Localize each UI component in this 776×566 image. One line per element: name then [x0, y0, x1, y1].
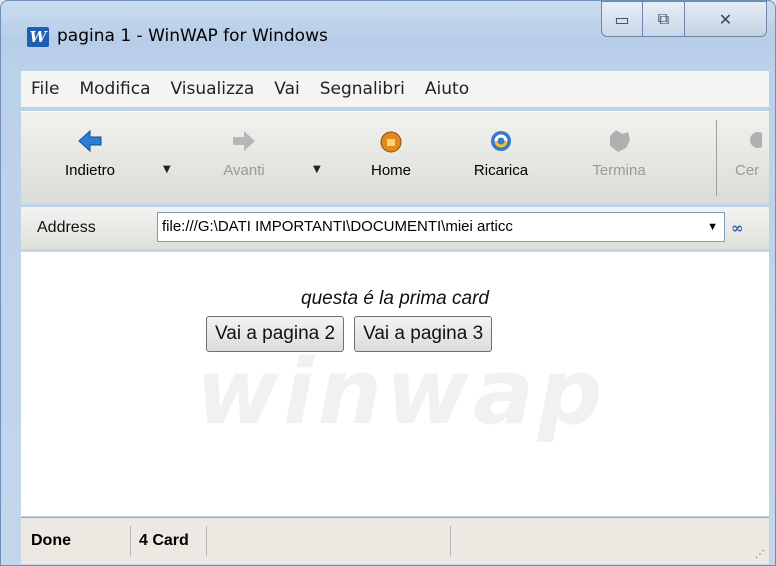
- maximize-button[interactable]: ⧉: [643, 1, 685, 37]
- window-title: pagina 1 - WinWAP for Windows: [57, 26, 328, 46]
- card-text: questa é la prima card: [301, 288, 489, 309]
- forward-label: Avanti: [223, 162, 265, 179]
- forward-arrow-icon: [233, 131, 255, 151]
- minimize-icon: ▭: [614, 9, 630, 29]
- search-button[interactable]: Cer: [729, 120, 769, 196]
- menu-visualizza[interactable]: Visualizza: [161, 79, 265, 99]
- maximize-icon: ⧉: [657, 9, 670, 28]
- status-state: Done: [25, 526, 131, 556]
- stop-label: Termina: [592, 162, 646, 179]
- go-page-3-button[interactable]: Vai a pagina 3: [354, 316, 493, 352]
- home-icon: [380, 131, 402, 153]
- resize-grip-icon[interactable]: ⋰: [755, 549, 765, 560]
- minimize-button[interactable]: ▭: [601, 1, 643, 37]
- go-page-2-button[interactable]: Vai a pagina 2: [206, 316, 345, 352]
- back-label: Indietro: [64, 162, 116, 179]
- go-icon[interactable]: ∞: [731, 219, 744, 237]
- forward-dropdown-icon[interactable]: ▼: [313, 164, 321, 175]
- address-value: file:///G:\DATI IMPORTANTI\DOCUMENTI\mie…: [162, 218, 513, 235]
- back-button[interactable]: Indietro: [47, 120, 133, 196]
- status-pane-empty: [211, 526, 451, 556]
- menu-vai[interactable]: Vai: [264, 79, 309, 99]
- menu-file[interactable]: File: [21, 79, 69, 99]
- menu-bar: File Modifica Visualizza Vai Segnalibri …: [21, 71, 769, 107]
- close-button[interactable]: ✕: [685, 1, 767, 37]
- page-content: winwap questa é la prima card Vai a pagi…: [21, 251, 769, 516]
- stop-icon: [610, 130, 630, 152]
- address-label: Address: [37, 219, 96, 236]
- search-label: Cer: [735, 162, 760, 179]
- app-window: W pagina 1 - WinWAP for Windows ▭ ⧉ ✕ Fi…: [0, 0, 776, 566]
- status-card: 4 Card: [135, 526, 207, 556]
- winwap-watermark: winwap: [195, 340, 607, 445]
- forward-button[interactable]: Avanti: [201, 120, 287, 196]
- back-dropdown-icon[interactable]: ▼: [163, 164, 171, 175]
- link-buttons: Vai a pagina 2 Vai a pagina 3: [206, 316, 493, 352]
- search-icon: [750, 132, 762, 148]
- reload-icon: [491, 131, 511, 151]
- reload-button[interactable]: Ricarica: [451, 120, 551, 196]
- back-arrow-icon: [78, 129, 102, 153]
- menu-aiuto[interactable]: Aiuto: [415, 79, 479, 99]
- winwap-app-icon[interactable]: W: [27, 27, 49, 47]
- address-dropdown-icon[interactable]: ▼: [707, 213, 718, 241]
- home-label: Home: [370, 162, 411, 179]
- reload-label: Ricarica: [473, 162, 529, 179]
- title-bar[interactable]: W pagina 1 - WinWAP for Windows ▭ ⧉ ✕: [1, 1, 775, 51]
- toolbar-separator: [716, 120, 717, 196]
- close-icon: ✕: [718, 9, 733, 29]
- window-controls: ▭ ⧉ ✕: [601, 1, 767, 39]
- status-bar: Done 4 Card ⋰: [21, 517, 769, 564]
- address-input[interactable]: file:///G:\DATI IMPORTANTI\DOCUMENTI\mie…: [157, 212, 725, 242]
- menu-segnalibri[interactable]: Segnalibri: [310, 79, 415, 99]
- toolbar: Indietro ▼ Avanti ▼ Home Ricarica Termin…: [21, 111, 769, 204]
- address-bar: Address file:///G:\DATI IMPORTANTI\DOCUM…: [21, 207, 769, 249]
- stop-button[interactable]: Termina: [573, 120, 665, 196]
- menu-modifica[interactable]: Modifica: [69, 79, 160, 99]
- home-button[interactable]: Home: [351, 120, 431, 196]
